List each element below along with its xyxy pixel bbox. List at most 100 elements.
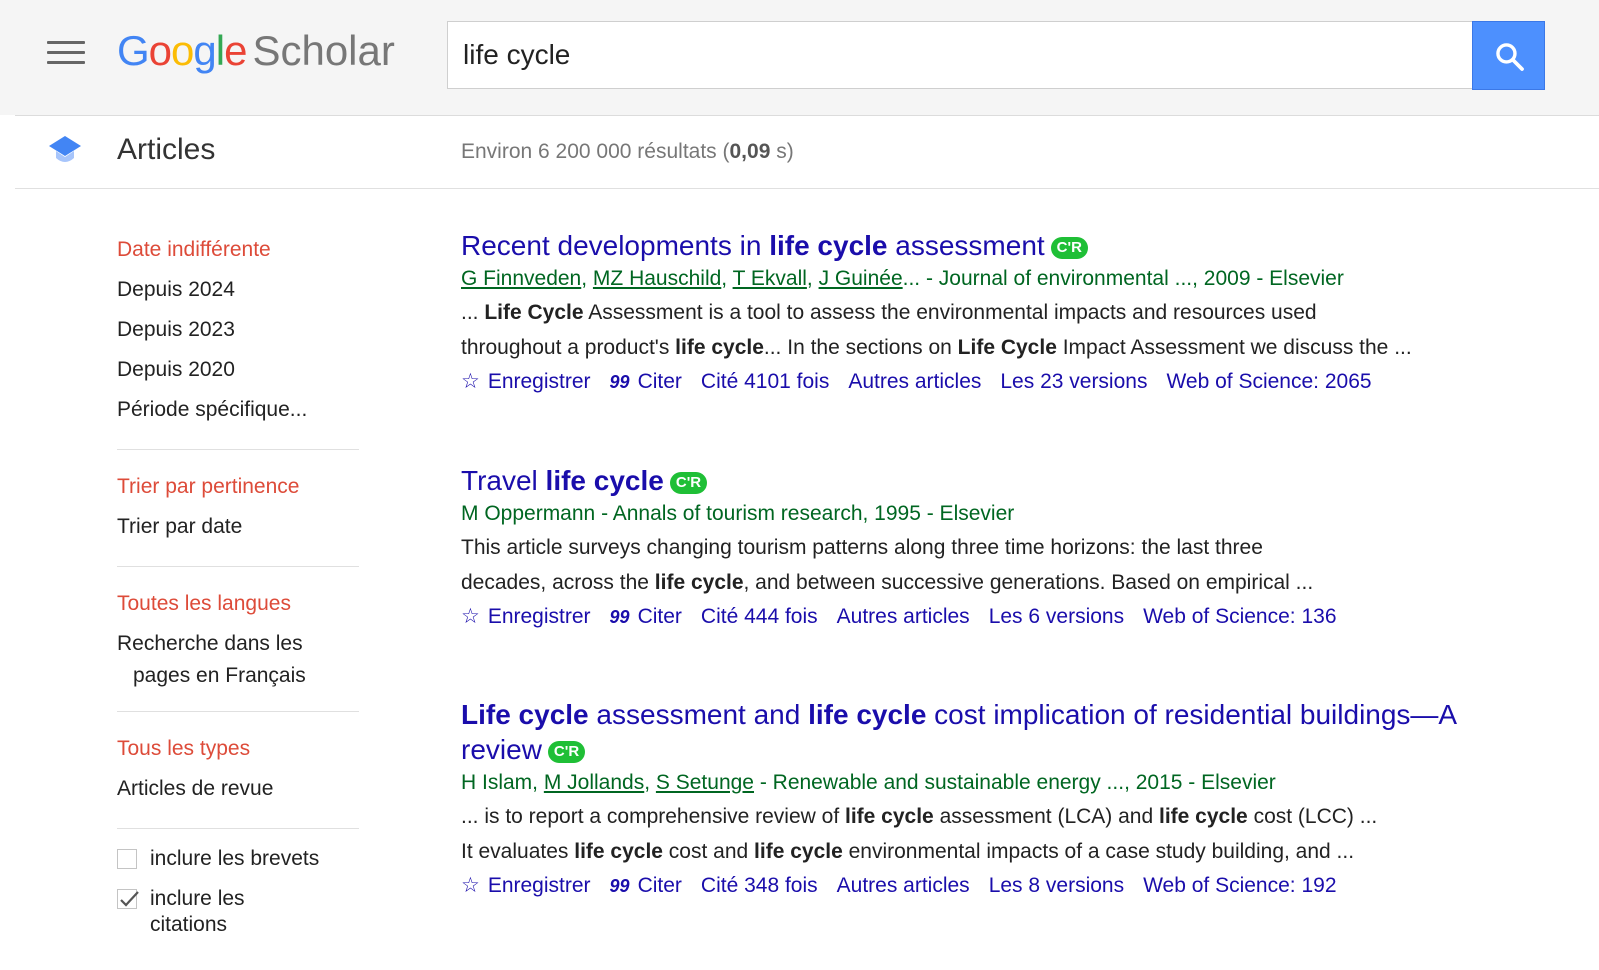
filter-french-line1: Recherche dans les	[117, 632, 303, 655]
save-link[interactable]: ☆ Enregistrer	[461, 370, 591, 393]
checkmark-icon	[120, 891, 139, 907]
related-articles-link[interactable]: Autres articles	[848, 370, 981, 393]
action-label: Citer	[637, 874, 682, 897]
highlight-term: life cycle	[1159, 805, 1248, 828]
include-patents-option[interactable]: inclure les brevets	[117, 846, 362, 872]
text-segment: It evaluates	[461, 840, 575, 863]
author-link[interactable]: S Setunge	[656, 771, 754, 794]
author-link[interactable]: M Jollands	[544, 771, 644, 794]
search-input[interactable]	[463, 22, 1453, 88]
filter-since-2020[interactable]: Depuis 2020	[117, 350, 362, 390]
related-articles-link[interactable]: Autres articles	[837, 874, 970, 897]
filter-since-2024[interactable]: Depuis 2024	[117, 270, 362, 310]
sidebar-divider	[117, 711, 359, 712]
author-link[interactable]: G Finnveden	[461, 267, 581, 290]
sort-by-relevance[interactable]: Trier par pertinence	[117, 467, 362, 507]
web-of-science-link[interactable]: Web of Science: 2065	[1166, 370, 1371, 393]
cite-link[interactable]: 99 Citer	[610, 874, 682, 897]
result-title-link[interactable]: Life cycle assessment and life cycle cos…	[461, 697, 1599, 767]
text-segment: cost (LCC) ...	[1247, 805, 1378, 828]
cited-by-link[interactable]: Cité 444 fois	[701, 605, 818, 628]
text-segment: Assessment is a tool to assess the envir…	[583, 301, 1317, 324]
include-citations-checkbox[interactable]	[117, 889, 139, 909]
cited-by-link[interactable]: Cité 4101 fois	[701, 370, 829, 393]
filter-since-2023[interactable]: Depuis 2023	[117, 310, 362, 350]
cited-by-link[interactable]: Cité 348 fois	[701, 874, 818, 897]
results-time: 0,09	[729, 140, 771, 163]
text-segment: throughout a product's	[461, 336, 676, 359]
filter-review-articles[interactable]: Articles de revue	[117, 769, 362, 809]
action-label: Autres articles	[836, 874, 970, 897]
related-articles-link[interactable]: Autres articles	[837, 605, 970, 628]
save-link[interactable]: ☆ Enregistrer	[461, 605, 591, 628]
save-link[interactable]: ☆ Enregistrer	[461, 874, 591, 897]
versions-link[interactable]: Les 8 versions	[989, 874, 1124, 897]
quote-icon: 99	[609, 876, 630, 896]
filter-french-pages[interactable]: Recherche dans les pages en Français	[117, 624, 362, 692]
include-citations-option[interactable]: inclure les citations	[117, 886, 362, 938]
text-segment: Recent developments in	[461, 230, 770, 261]
filter-all-types[interactable]: Tous les types	[117, 729, 362, 769]
result-authors: G Finnveden, MZ Hauschild, T Ekvall, J G…	[461, 267, 1344, 290]
result-title-link[interactable]: Recent developments in life cycle assess…	[461, 228, 1599, 263]
top-bar-divider	[15, 115, 1599, 116]
author-link[interactable]: MZ Hauschild	[593, 267, 721, 290]
logo-letter: l	[215, 27, 225, 74]
highlight-term: Life Cycle	[484, 301, 584, 324]
highlight-term: life cycle	[845, 805, 934, 828]
search-result: Travel life cycle C'R M Oppermann - Annals…	[461, 463, 1599, 633]
logo-letter: e	[224, 27, 247, 74]
sidebar-divider	[117, 449, 359, 450]
action-label: Web of Science: 192	[1143, 874, 1337, 897]
action-label: Web of Science: 136	[1143, 605, 1337, 628]
google-scholar-logo[interactable]: Google Scholar	[117, 26, 395, 76]
result-title-link[interactable]: Travel life cycle C'R	[461, 463, 1599, 498]
action-label: Enregistrer	[487, 874, 591, 897]
text-segment: This article surveys changing tourism pa…	[461, 536, 1263, 559]
action-label: Enregistrer	[487, 605, 591, 628]
text-segment: Travel	[461, 465, 546, 496]
text-segment: decades, across the	[461, 571, 655, 594]
filter-any-date[interactable]: Date indifférente	[117, 230, 362, 270]
search-button[interactable]	[1472, 21, 1545, 90]
hamburger-menu-icon[interactable]	[47, 41, 85, 67]
author-plain: H Islam,	[461, 771, 544, 794]
result-actions: ☆ Enregistrer 99 Citer Cité 348 fois Autres a…	[461, 870, 1599, 902]
versions-link[interactable]: Les 6 versions	[989, 605, 1124, 628]
cite-link[interactable]: 99 Citer	[610, 605, 682, 628]
text-segment: ... is to report a comprehensive review …	[461, 805, 845, 828]
text-segment: assessment and	[588, 699, 809, 730]
author-link[interactable]: T Ekvall	[733, 267, 807, 290]
web-of-science-link[interactable]: Web of Science: 136	[1143, 605, 1336, 628]
sort-by-date[interactable]: Trier par date	[117, 507, 362, 547]
include-patents-checkbox[interactable]	[117, 849, 137, 869]
cite-link[interactable]: 99 Citer	[610, 370, 682, 393]
result-source: ... - Journal of environmental ..., 2009…	[902, 267, 1344, 290]
logo-letter: G	[117, 27, 150, 74]
cr-badge-icon[interactable]: C'R	[547, 741, 586, 763]
sidebar-divider	[117, 828, 359, 829]
graduation-cap-icon	[49, 136, 81, 162]
text-segment: ... In the sections on	[763, 336, 958, 359]
action-label: Citer	[637, 605, 682, 628]
filter-custom-range[interactable]: Période spécifique...	[117, 390, 362, 430]
highlight-term: life cycle	[675, 336, 764, 359]
action-label: Cité 444 fois	[700, 605, 818, 628]
action-label: Citer	[637, 370, 682, 393]
author-link[interactable]: J Guinée	[819, 267, 903, 290]
highlight-term: life cycle	[808, 699, 927, 730]
highlight-term: life cycle	[654, 571, 744, 594]
author-plain: M Oppermann	[461, 502, 596, 525]
title-line2: review	[461, 734, 542, 765]
highlight-term: life cycle	[574, 840, 663, 863]
filter-all-languages[interactable]: Toutes les langues	[117, 584, 362, 624]
cr-badge-icon[interactable]: C'R	[669, 472, 708, 494]
versions-link[interactable]: Les 23 versions	[1000, 370, 1147, 393]
web-of-science-link[interactable]: Web of Science: 192	[1143, 874, 1336, 897]
sidebar-divider	[117, 566, 359, 567]
cr-badge-icon[interactable]: C'R	[1050, 237, 1088, 259]
action-label: Autres articles	[848, 370, 982, 393]
search-result: Recent developments in life cycle assess…	[461, 228, 1599, 398]
search-result: Life cycle assessment and life cycle cos…	[461, 697, 1599, 902]
results-count-suffix: s)	[770, 140, 794, 163]
